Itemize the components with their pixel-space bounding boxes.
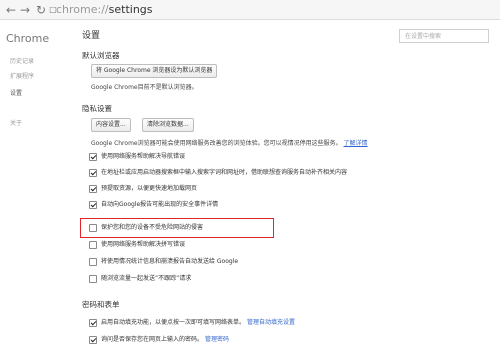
clear-browsing-data-button[interactable]: 清除浏览数据... [142,118,194,132]
option-label: 询问是否保存您在网页上输入的密码。 管理密码 [101,336,229,344]
option-label: 使用网络服务帮助解决拼写错误 [101,241,186,248]
manage-autofill-link[interactable]: 管理自动填充设置 [247,319,295,326]
sidebar-item-history[interactable]: 历史记录 [10,56,34,65]
checkbox[interactable] [89,153,97,161]
checkbox[interactable] [89,319,97,327]
sidebar-brand: Chrome [6,32,50,45]
default-browser-status: Google Chrome目前不是默认浏览器。 [91,84,198,91]
address-scheme: chrome:// [56,3,109,16]
set-default-browser-button[interactable]: 将 Google Chrome 浏览器设为默认浏览器 [91,64,218,78]
privacy-description-text: Google Chrome浏览器可能会使用网络服务改善您的浏览体验。您可以视情况… [91,140,342,147]
option-label: 将使用情况统计信息和崩溃报告自动发送给 Google [101,258,239,265]
address-bar[interactable]: chrome://settings [56,3,153,16]
option-label: 自动向Google报告可能出现的安全事件详情 [101,201,219,208]
page-title: 设置 [82,31,101,41]
checkbox[interactable] [89,275,97,283]
default-browser-title: 默认浏览器 [82,51,120,60]
sidebar-item-settings[interactable]: 设置 [10,88,22,97]
checkbox[interactable] [89,169,97,177]
address-path: settings [108,3,153,16]
checkbox[interactable] [89,201,97,209]
browser-toolbar: ← → ↻ □ chrome://settings [0,0,500,20]
option-label: 启用自动填充功能，以便点按一次即可填写网络表单。 管理自动填充设置 [101,319,295,327]
option-label: 预提取资源，以便更快速地加载网页 [101,185,198,192]
sidebar: Chrome 历史记录 扩展程序 设置 关于 [0,20,72,358]
forward-arrow-icon[interactable]: → [18,3,32,17]
privacy-description: Google Chrome浏览器可能会使用网络服务改善您的浏览体验。您可以视情况… [91,138,368,147]
checkbox[interactable] [89,241,97,249]
privacy-title: 隐私设置 [82,104,112,113]
back-arrow-icon[interactable]: ← [4,3,18,17]
checkbox[interactable] [89,336,97,344]
manage-passwords-link[interactable]: 管理密码 [205,336,229,343]
checkbox[interactable] [89,258,97,266]
autofill-label: 启用自动填充功能，以便点按一次即可填写网络表单。 [101,319,246,326]
content-settings-button[interactable]: 内容设置... [91,118,131,132]
option-label: 在地址栏或应用启动器搜索框中输入搜索字词和网址时，借助联想查询服务自动补齐相关内… [101,169,348,176]
sidebar-item-extensions[interactable]: 扩展程序 [10,71,34,80]
option-label: 随浏览流量一起发送“不跟踪”请求 [101,275,192,282]
search-input[interactable]: 在设置中搜索 [399,29,489,43]
save-passwords-label: 询问是否保存您在网页上输入的密码。 [101,336,204,343]
sidebar-item-about[interactable]: 关于 [10,118,22,127]
passwords-forms-title: 密码和表单 [82,300,120,309]
settings-main: 设置 在设置中搜索 默认浏览器 将 Google Chrome 浏览器设为默认浏… [72,20,500,358]
checkbox[interactable] [89,185,97,193]
option-label: 使用网络服务帮助解决导航错误 [101,153,186,160]
highlight-annotation-box [80,218,274,238]
learn-more-link[interactable]: 了解详情 [344,140,368,147]
